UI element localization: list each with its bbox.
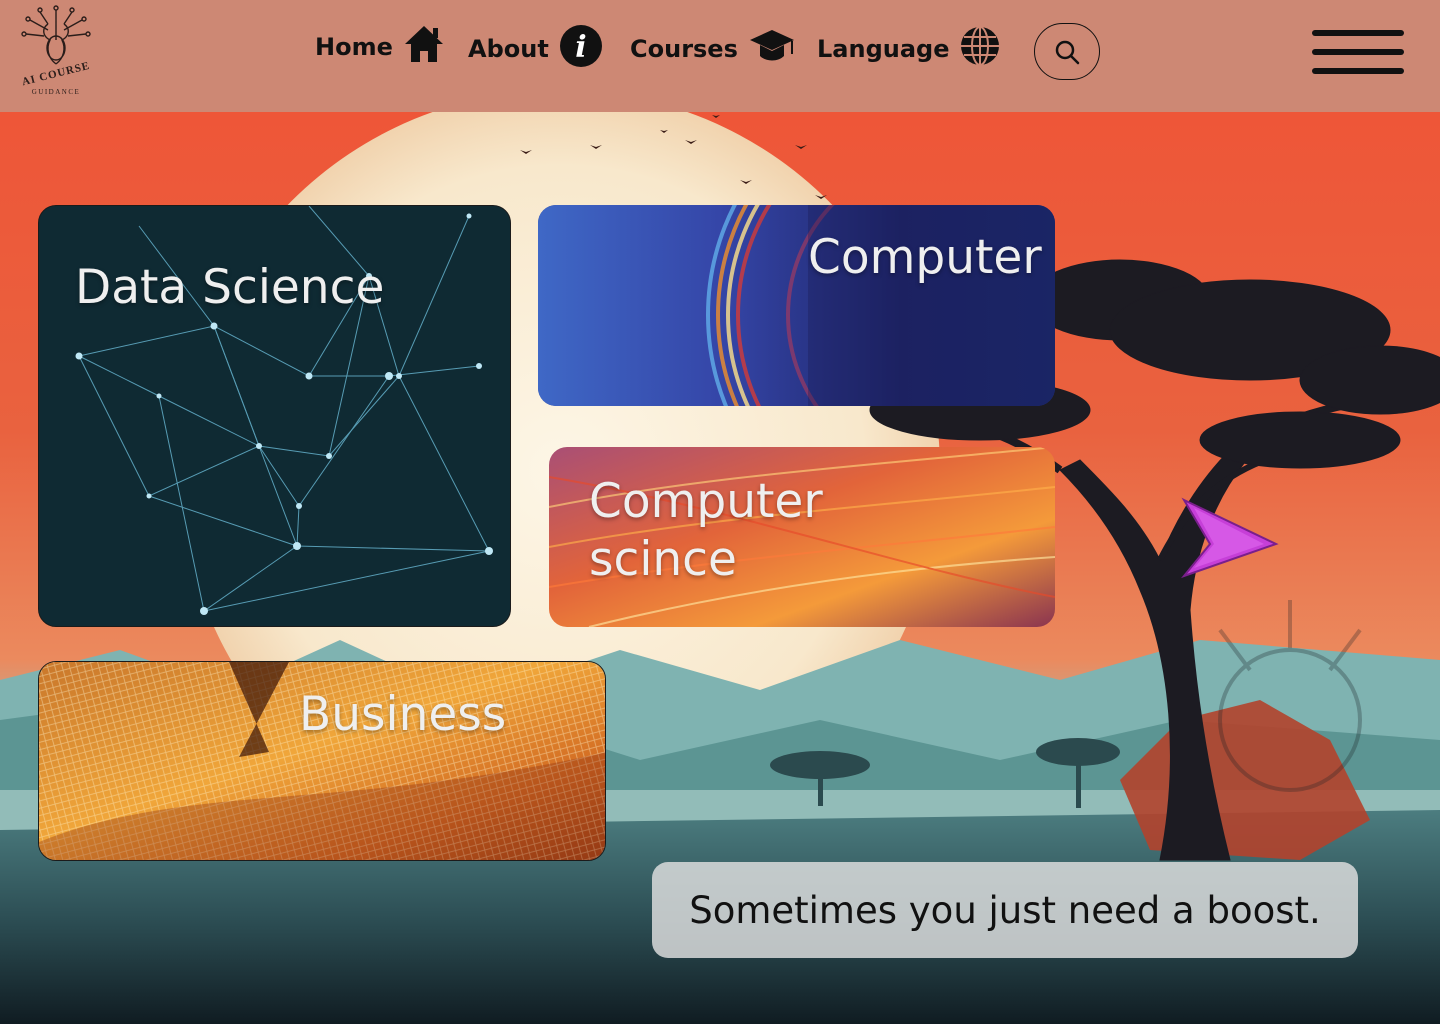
chevron-right-icon[interactable] <box>1180 496 1280 580</box>
course-card-business[interactable]: Business <box>38 661 606 861</box>
course-title-business: Business <box>299 687 507 742</box>
nav-about-label: About <box>468 35 549 63</box>
home-icon <box>403 24 445 70</box>
nav-home-label: Home <box>315 33 393 61</box>
search-icon <box>1055 40 1080 64</box>
hamburger-menu-icon[interactable] <box>1312 30 1404 76</box>
graduation-cap-icon <box>748 26 796 72</box>
nav-home[interactable]: Home <box>315 24 445 70</box>
course-title-computer-science: Computer scince <box>589 474 823 587</box>
search-button[interactable] <box>1034 23 1100 80</box>
course-card-data-science[interactable]: Data Science <box>38 205 511 627</box>
tree-head-logo-icon <box>21 5 91 65</box>
course-card-computer-science[interactable]: Computer scince <box>549 447 1055 627</box>
svg-text:i: i <box>575 30 586 65</box>
course-title-data-science: Data Science <box>75 260 385 315</box>
nav-language-label: Language <box>817 35 950 63</box>
course-card-computer[interactable]: Computer <box>538 205 1055 406</box>
nav-courses-label: Courses <box>630 35 738 63</box>
info-icon: i <box>559 24 603 74</box>
top-navigation-bar: AI COURSE GUIDANCE Home About i Courses … <box>0 0 1440 112</box>
logo-subtitle: GUIDANCE <box>31 88 81 96</box>
globe-icon <box>960 26 1000 72</box>
tagline-banner: Sometimes you just need a boost. <box>652 862 1358 958</box>
course-title-computer: Computer <box>808 230 1042 285</box>
tagline-text: Sometimes you just need a boost. <box>689 888 1321 932</box>
nav-about[interactable]: About i <box>468 24 603 74</box>
nav-language[interactable]: Language <box>817 26 1000 72</box>
nav-courses[interactable]: Courses <box>630 26 796 72</box>
site-logo[interactable]: AI COURSE GUIDANCE <box>18 4 94 100</box>
